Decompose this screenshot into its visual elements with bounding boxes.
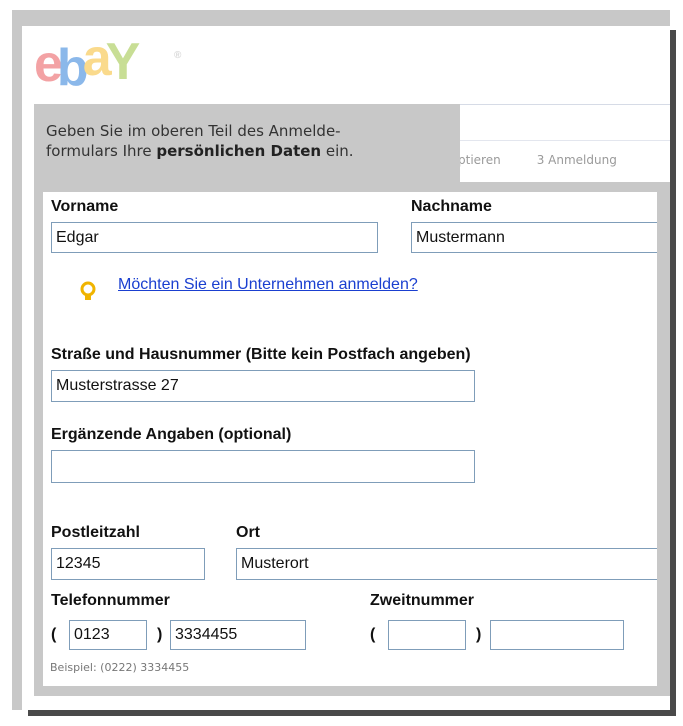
- phone-example-text: Beispiel: (0222) 3334455: [50, 661, 190, 674]
- instruction-line-2-suffix: ein.: [321, 142, 354, 160]
- zweitnummer-number-input[interactable]: [490, 620, 624, 650]
- telefon-paren-close: ): [157, 626, 163, 643]
- logo-letter-e: e: [34, 35, 63, 93]
- telefon-area-input[interactable]: [69, 620, 147, 650]
- ebay-logo: ebaY ®: [34, 30, 184, 96]
- step-3-label: 3 Anmeldung: [536, 153, 617, 167]
- vorname-label: Vorname: [51, 198, 119, 215]
- ort-input[interactable]: [236, 548, 657, 580]
- progress-steps: ptieren 3 Anmeldung: [458, 153, 617, 167]
- step-2-label: ptieren: [458, 153, 501, 167]
- telefon-paren-open: (: [51, 626, 57, 643]
- ergaenzung-input[interactable]: [51, 450, 475, 483]
- nachname-input[interactable]: [411, 222, 657, 253]
- ergaenzung-label: Ergänzende Angaben (optional): [51, 426, 292, 443]
- nachname-label: Nachname: [411, 198, 492, 215]
- logo-letter-a: a: [82, 29, 112, 87]
- strasse-label: Straße und Hausnummer (Bitte kein Postfa…: [51, 346, 471, 363]
- plz-input[interactable]: [51, 548, 205, 580]
- telefon-number-input[interactable]: [170, 620, 306, 650]
- zweitnummer-area-input[interactable]: [388, 620, 466, 650]
- frame-shadow-bottom: [28, 710, 676, 716]
- zweitnummer-label: Zweitnummer: [370, 592, 475, 609]
- plz-label: Postleitzahl: [51, 524, 140, 541]
- telefon-label: Telefonnummer: [51, 592, 170, 609]
- instruction-text: Geben Sie im oberen Teil des Anmelde- fo…: [46, 121, 456, 161]
- instruction-line-2-bold: persönlichen Daten: [156, 142, 322, 160]
- lightbulb-icon: [80, 281, 96, 300]
- zweitnummer-paren-close: ): [476, 626, 482, 643]
- company-registration-link[interactable]: Möchten Sie ein Unternehmen anmelden?: [118, 276, 418, 294]
- vorname-input[interactable]: [51, 222, 378, 253]
- registration-page: ebaY ® ptieren 3 Anmeldung Geben Sie im o…: [0, 0, 683, 726]
- logo-letter-b: b: [56, 39, 89, 97]
- zweitnummer-paren-open: (: [370, 626, 376, 643]
- strasse-input[interactable]: [51, 370, 475, 402]
- frame-shadow-right: [670, 30, 676, 716]
- logo-registered-mark: ®: [174, 50, 182, 61]
- instruction-line-1: Geben Sie im oberen Teil des Anmelde-: [46, 122, 341, 140]
- ort-label: Ort: [236, 524, 260, 541]
- instruction-line-2-prefix: formulars Ihre: [46, 142, 157, 160]
- logo-letter-y: Y: [105, 33, 141, 91]
